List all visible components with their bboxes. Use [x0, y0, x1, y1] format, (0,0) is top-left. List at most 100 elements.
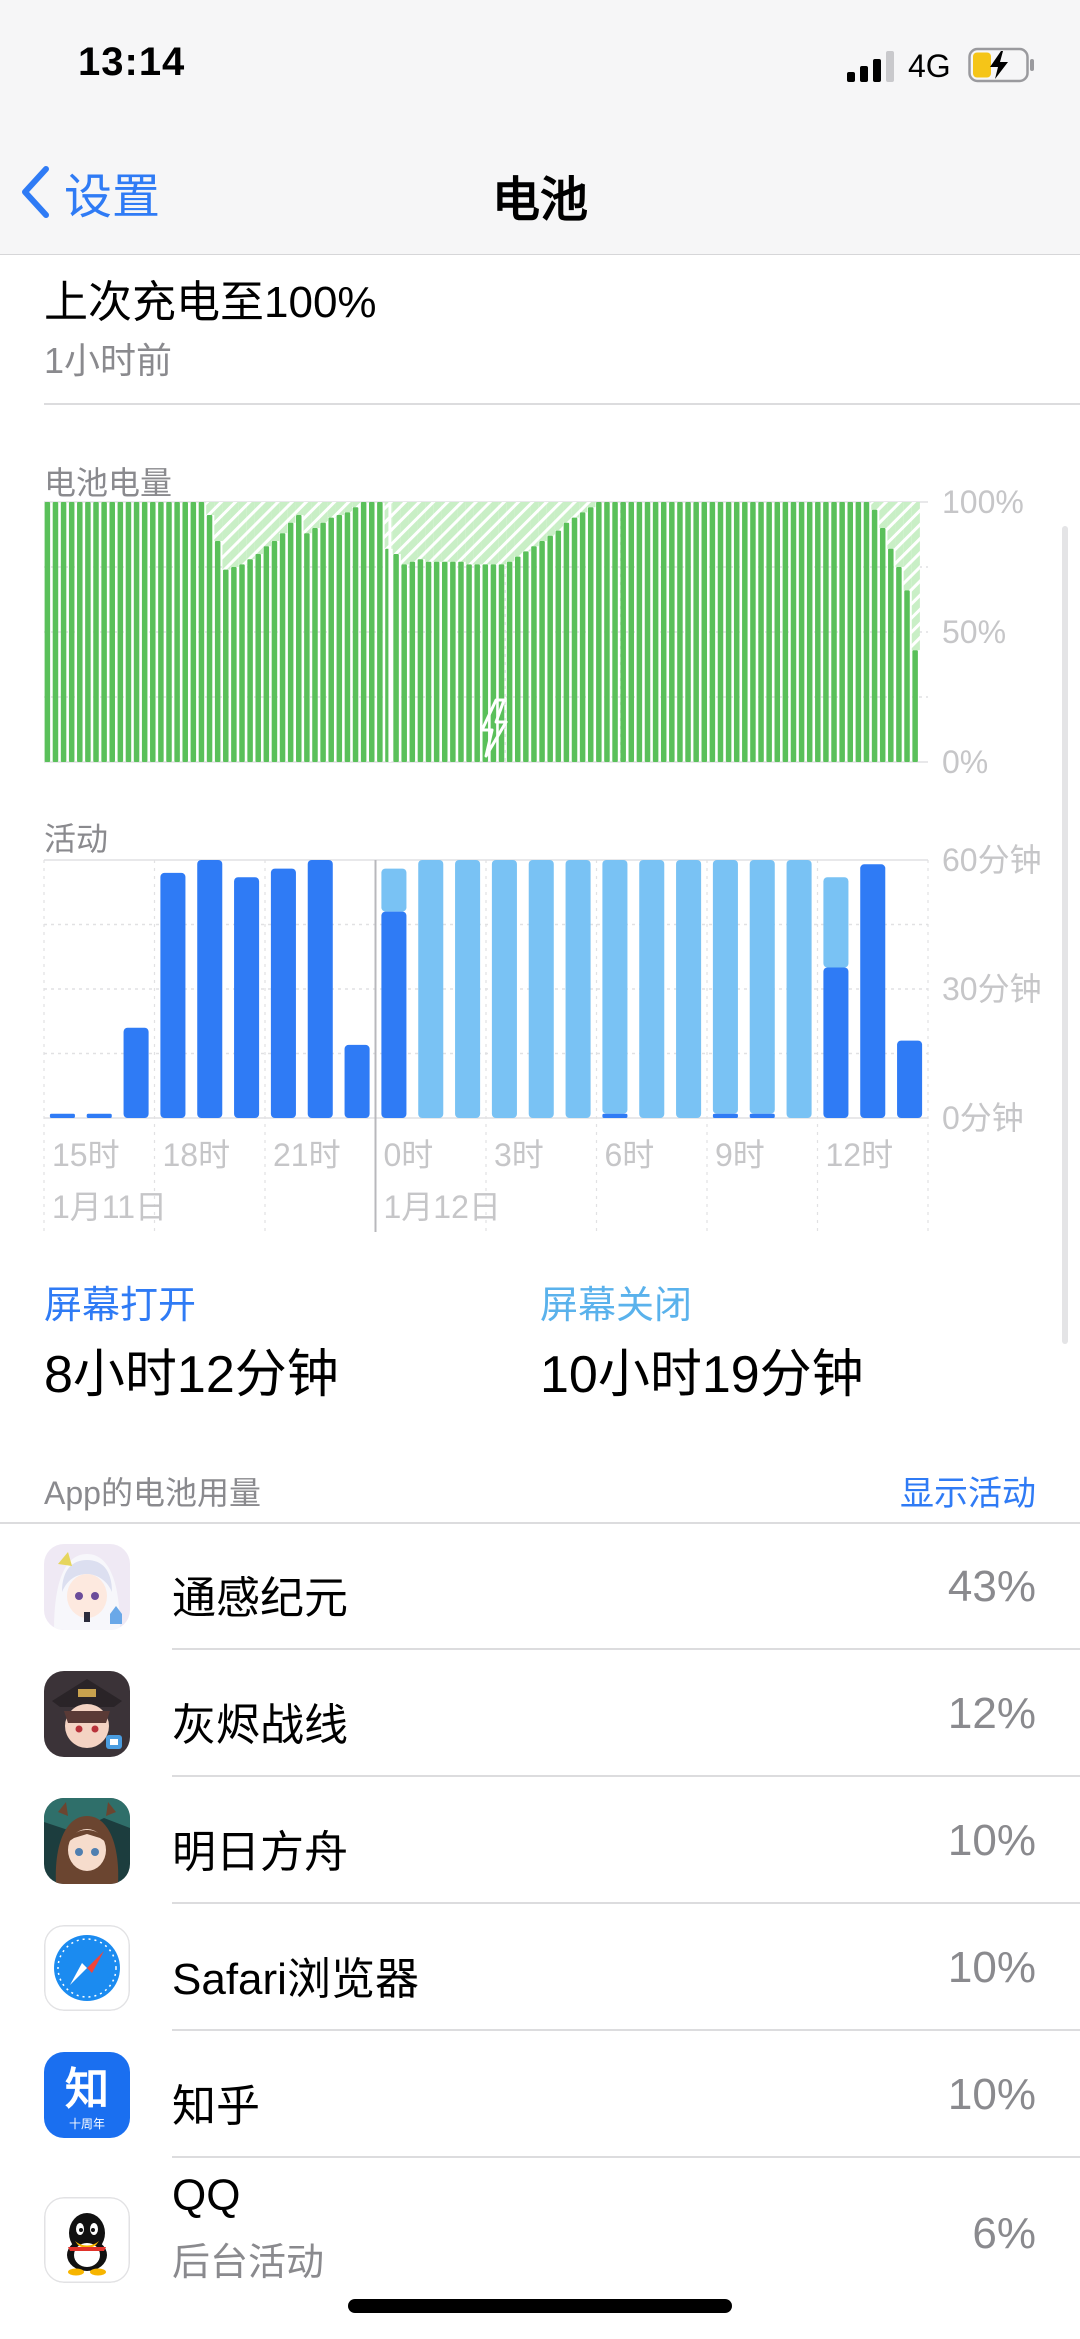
battery-ghost-segment — [911, 502, 920, 651]
battery-y-tick: 0% — [942, 744, 988, 780]
show-activity-button[interactable]: 显示活动 — [900, 1466, 1036, 1515]
battery-ghost-segment — [563, 502, 572, 523]
battery-level-bar — [117, 502, 124, 762]
screen-off-bar — [676, 860, 702, 1118]
tonggan-app-icon — [44, 1544, 130, 1630]
battery-ghost-segment — [311, 502, 320, 528]
battery-level-bar — [158, 502, 164, 762]
screen-off-bar — [602, 860, 628, 1114]
screen-off-bar — [528, 860, 554, 1118]
screen-off-bar — [786, 860, 812, 1118]
screen-on-bar — [234, 877, 260, 1118]
battery-level-bar — [360, 502, 367, 762]
battery-ghost-segment — [538, 502, 547, 541]
app-row-tonggan[interactable]: 通感纪元 43% — [0, 1524, 1080, 1650]
screen-on-bar — [123, 1027, 149, 1118]
battery-level-bar — [652, 502, 659, 762]
screen-on-bar — [602, 1113, 628, 1118]
screen-off-bar — [418, 860, 444, 1118]
screen-off-bar — [823, 877, 849, 968]
battery-level-bar — [198, 502, 205, 762]
battery-level-bar — [831, 502, 837, 762]
battery-ghost-segment — [554, 502, 564, 531]
app-usage-header: App的电池用量 — [44, 1475, 261, 1511]
battery-ghost-segment — [344, 502, 353, 513]
divider — [172, 1648, 1080, 1650]
app-name: 通感纪元 — [172, 1574, 348, 1623]
activity-y-tick: 0分钟 — [942, 1100, 1024, 1136]
battery-level-bar — [279, 533, 286, 762]
battery-level-bar — [44, 502, 51, 762]
battery-level-bar — [612, 502, 618, 762]
battery-level-bar — [52, 502, 59, 762]
activity-date-label: 1月12日 — [384, 1189, 501, 1225]
battery-level-bar — [782, 502, 789, 762]
screen-on-bar — [712, 1113, 738, 1118]
battery-level-bar — [450, 561, 456, 762]
battery-level-bar — [555, 530, 562, 762]
battery-level-bar — [60, 502, 67, 762]
app-name: 明日方舟 — [172, 1828, 348, 1877]
battery-ghost-segment — [587, 502, 596, 508]
battery-level-bar — [904, 590, 910, 762]
battery-ghost-segment — [206, 502, 215, 515]
battery-ghost-segment — [327, 502, 336, 518]
battery-ghost-segment — [579, 502, 588, 513]
battery-level-bar — [85, 502, 91, 762]
battery-level-bar — [685, 502, 691, 762]
battery-level-bar — [466, 564, 472, 762]
activity-x-tick: 0时 — [384, 1137, 434, 1173]
battery-level-bar — [125, 502, 132, 762]
battery-level-bar — [709, 502, 716, 762]
battery-level-bar — [863, 502, 870, 762]
zhihu-icon-caption: 十周年 — [69, 2117, 105, 2131]
battery-level-bar — [677, 502, 683, 762]
app-subtitle: 后台活动 — [172, 2242, 325, 2284]
battery-ghost-segment — [335, 502, 345, 515]
battery-level-bar — [790, 502, 797, 762]
battery-ghost-segment — [303, 502, 312, 534]
battery-level-bar — [433, 561, 440, 762]
screen-off-bar — [565, 860, 591, 1118]
battery-level-bar — [733, 502, 740, 762]
battery-ghost-segment — [262, 502, 272, 547]
battery-level-bar — [263, 546, 270, 762]
screen-on-bar — [344, 1044, 370, 1118]
battery-level-bar — [141, 502, 148, 762]
battery-level-bar — [409, 561, 416, 762]
battery-level-bar — [839, 502, 845, 762]
battery-level-bar — [377, 502, 383, 762]
screen-on-bar — [749, 1113, 775, 1118]
battery-level-bar — [312, 528, 318, 762]
screen-on-bar — [197, 860, 223, 1118]
battery-level-bar — [587, 507, 594, 762]
battery-ghost-segment — [254, 502, 263, 554]
battery-y-tick: 100% — [942, 484, 1024, 520]
battery-level-bar — [506, 561, 513, 762]
screen-on-duration: 8小时12分钟 — [44, 1346, 339, 1404]
battery-level-bar — [693, 502, 699, 762]
battery-level-bar — [287, 522, 294, 762]
app-row-arknights[interactable]: 明日方舟 10% — [0, 1778, 1080, 1904]
battery-level-bar — [223, 569, 229, 762]
app-row-safari[interactable]: Safari浏览器 10% — [0, 1905, 1080, 2031]
battery-level-bar — [214, 541, 221, 762]
battery-ghost-segment — [214, 502, 223, 541]
battery-level-bar — [320, 522, 326, 762]
app-row-huijin[interactable]: 灰烬战线 12% — [0, 1651, 1080, 1777]
battery-level-bar — [847, 502, 854, 762]
app-row-zhihu[interactable]: 知 十周年 知乎 10% — [0, 2032, 1080, 2158]
battery-level-bar — [644, 502, 651, 762]
home-indicator[interactable] — [348, 2299, 732, 2313]
battery-activity-charts[interactable]: 100% 50% 0% 60分钟 30分钟 0分钟 15时 18时 21时 0时 3时 6时 9时 12时… — [0, 0, 1080, 1250]
arknights-app-icon — [44, 1798, 130, 1884]
battery-ghost-segment — [246, 502, 255, 560]
battery-level-bar — [352, 507, 359, 762]
divider — [172, 2156, 1080, 2158]
battery-level-bar — [563, 522, 570, 762]
battery-level-bar — [823, 502, 829, 762]
battery-level-bar — [239, 564, 245, 762]
battery-level-bar — [206, 515, 213, 762]
battery-level-bar — [93, 502, 99, 762]
activity-x-tick: 3时 — [494, 1137, 544, 1173]
